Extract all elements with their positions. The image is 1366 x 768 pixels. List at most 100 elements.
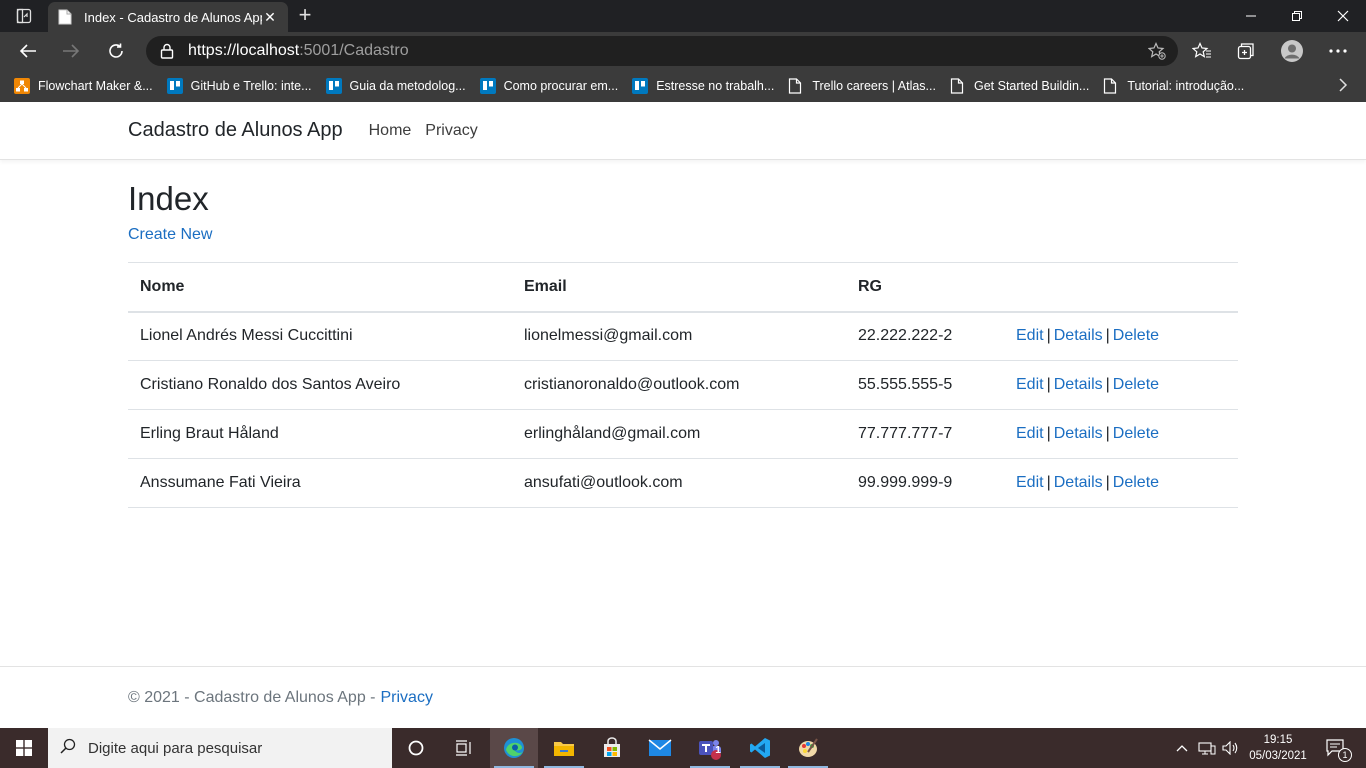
volume-icon[interactable] [1220, 728, 1242, 768]
restore-icon[interactable] [1274, 0, 1320, 32]
footer-privacy-link[interactable]: Privacy [381, 689, 433, 707]
browser-tab-bar: Index - Cadastro de Alunos App ✕ + [0, 0, 1366, 32]
table-header-row: Nome Email RG [128, 262, 1238, 313]
site-footer: © 2021 - Cadastro de Alunos App - Privac… [0, 666, 1366, 728]
bookmark-label: Como procurar em... [503, 79, 619, 93]
profile-avatar-icon[interactable] [1278, 37, 1306, 65]
delete-link[interactable]: Delete [1113, 425, 1159, 442]
url-scheme: https:// [188, 42, 237, 59]
mail-icon[interactable] [636, 728, 684, 768]
teams-icon[interactable]: 1 [686, 728, 734, 768]
minimize-icon[interactable] [1228, 0, 1274, 32]
clock-time: 19:15 [1263, 734, 1293, 746]
lock-icon[interactable] [160, 43, 174, 59]
url-text: https://localhost:5001/Cadastro [188, 42, 409, 60]
separator: | [1105, 474, 1110, 491]
notification-center-icon[interactable]: 1 [1318, 728, 1354, 768]
delete-link[interactable]: Delete [1113, 327, 1159, 344]
separator: | [1105, 327, 1110, 345]
nav-home-link[interactable]: Home [369, 122, 412, 140]
new-tab-icon[interactable]: + [294, 4, 316, 28]
teams-badge: 1 [715, 745, 721, 756]
page-icon [950, 78, 966, 94]
bookmark-label: GitHub e Trello: inte... [190, 79, 312, 93]
search-placeholder: Digite aqui para pesquisar [88, 739, 263, 757]
site-navbar: Cadastro de Alunos App Home Privacy [0, 102, 1366, 160]
cell-rg: 55.555.555-5 [846, 360, 1004, 410]
refresh-icon[interactable] [102, 37, 130, 65]
delete-link[interactable]: Delete [1113, 376, 1159, 393]
chevron-right-icon[interactable] [1338, 78, 1348, 97]
separator: | [1105, 376, 1110, 393]
details-link[interactable]: Details [1054, 425, 1103, 442]
trello-icon [479, 78, 496, 94]
edit-link[interactable]: Edit [1016, 327, 1044, 344]
bookmark-item[interactable]: Estresse no trabalh... [632, 72, 774, 100]
separator: | [1046, 425, 1051, 442]
active-browser-tab[interactable]: Index - Cadastro de Alunos App ✕ [48, 2, 288, 32]
bookmark-label: Tutorial: introdução... [1127, 79, 1245, 93]
tab-actions-icon[interactable] [8, 6, 40, 26]
more-options-icon[interactable] [1324, 37, 1352, 65]
details-link[interactable]: Details [1054, 474, 1103, 491]
favorites-icon[interactable] [1188, 37, 1216, 65]
bookmark-item[interactable]: Get Started Buildin... [950, 72, 1089, 100]
network-icon[interactable] [1196, 728, 1218, 768]
bookmark-item[interactable]: Guia da metodolog... [325, 72, 466, 100]
bookmark-item[interactable]: Como procurar em... [479, 72, 619, 100]
address-bar[interactable]: https://localhost:5001/Cadastro [146, 36, 1178, 66]
edit-link[interactable]: Edit [1016, 474, 1044, 491]
details-link[interactable]: Details [1054, 376, 1103, 393]
url-path: :5001/Cadastro [299, 42, 409, 59]
task-view-icon[interactable] [440, 728, 488, 768]
vscode-icon[interactable] [736, 728, 784, 768]
notification-count-badge: 1 [1338, 748, 1352, 762]
bookmarks-bar: Flowchart Maker &... GitHub e Trello: in… [0, 70, 1366, 102]
taskbar-clock[interactable]: 19:15 05/03/2021 [1244, 732, 1312, 764]
taskbar-search-box[interactable]: Digite aqui para pesquisar [48, 728, 392, 768]
back-arrow-icon[interactable] [14, 37, 42, 65]
microsoft-store-icon[interactable] [588, 728, 636, 768]
site-brand-link[interactable]: Cadastro de Alunos App [128, 119, 343, 142]
page-title: Index [128, 180, 209, 217]
windows-start-icon[interactable] [0, 728, 48, 768]
bookmark-item[interactable]: Flowchart Maker &... [14, 72, 153, 100]
create-new-link[interactable]: Create New [128, 226, 212, 244]
edge-browser-icon[interactable] [490, 728, 538, 768]
search-icon [60, 738, 76, 759]
details-link[interactable]: Details [1054, 327, 1103, 344]
trello-icon [632, 78, 649, 94]
bookmark-item[interactable]: Tutorial: introdução... [1103, 72, 1244, 100]
paint-icon[interactable] [784, 728, 832, 768]
column-header-rg: RG [846, 262, 1004, 313]
forward-arrow-icon[interactable] [57, 37, 85, 65]
collections-icon[interactable] [1232, 37, 1260, 65]
bookmark-label: Estresse no trabalh... [656, 79, 775, 93]
file-explorer-icon[interactable] [540, 728, 588, 768]
bookmark-label: Trello careers | Atlas... [812, 79, 936, 93]
main-content: Index Create New Nome Email RG Lionel An… [128, 178, 1238, 508]
separator: | [1046, 376, 1051, 393]
tab-close-icon[interactable]: ✕ [262, 9, 278, 26]
cell-actions: Edit | Details | Delete [1004, 360, 1238, 410]
edit-link[interactable]: Edit [1016, 425, 1044, 442]
delete-link[interactable]: Delete [1113, 474, 1159, 491]
trello-icon [166, 78, 183, 94]
add-favorite-icon[interactable] [1147, 42, 1166, 60]
web-page: Cadastro de Alunos App Home Privacy Inde… [0, 102, 1366, 728]
cell-email: ansufati@outlook.com [512, 458, 846, 508]
bookmark-item[interactable]: Trello careers | Atlas... [788, 72, 936, 100]
nav-privacy-link[interactable]: Privacy [425, 122, 477, 140]
edit-link[interactable]: Edit [1016, 376, 1044, 393]
column-header-email: Email [512, 262, 846, 313]
cortana-icon[interactable] [392, 728, 440, 768]
drawio-icon [14, 78, 30, 94]
cell-nome: Anssumane Fati Vieira [128, 458, 512, 508]
cell-nome: Erling Braut Håland [128, 409, 512, 459]
bookmark-label: Guia da metodolog... [349, 79, 466, 93]
bookmark-item[interactable]: GitHub e Trello: inte... [166, 72, 312, 100]
close-window-icon[interactable] [1320, 0, 1366, 32]
cell-actions: Edit | Details | Delete [1004, 409, 1238, 459]
cell-email: lionelmessi@gmail.com [512, 311, 846, 361]
chevron-up-icon[interactable] [1172, 728, 1192, 768]
